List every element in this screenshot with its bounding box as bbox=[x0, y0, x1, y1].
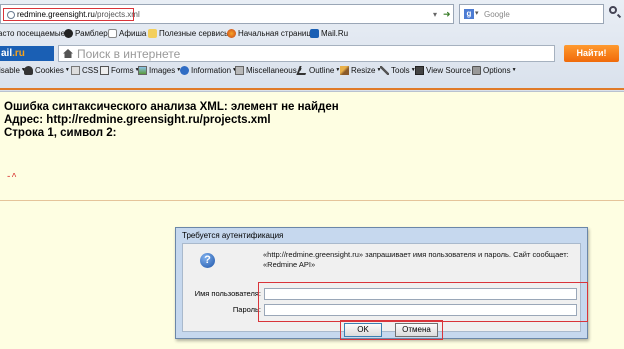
dev-menu-label: View Source bbox=[426, 66, 471, 75]
page-divider bbox=[0, 200, 624, 201]
error-caret: -^ bbox=[6, 172, 17, 182]
bookmarks-toolbar: асто посещаемые Рамблер Афиша Полезные с… bbox=[0, 26, 624, 42]
forms-icon bbox=[100, 66, 109, 75]
dev-menu-label: Options bbox=[483, 66, 511, 75]
rambler-icon bbox=[64, 29, 73, 38]
bookmark-label: Mail.Ru bbox=[321, 29, 349, 38]
password-label: Пароль: bbox=[232, 305, 261, 314]
bookmark-label: Начальная страница bbox=[238, 29, 316, 38]
dev-menu-label: Images bbox=[149, 66, 176, 75]
info-icon bbox=[180, 66, 189, 75]
auth-dialog: Требуется аутентификация ? «http://redmi… bbox=[175, 227, 588, 340]
logo-text-right: .ru bbox=[12, 48, 25, 59]
house-icon bbox=[63, 49, 73, 58]
bookmark-label: асто посещаемые bbox=[0, 29, 66, 38]
dev-menu-view-source[interactable]: View Source▼ bbox=[415, 66, 477, 75]
bookmark-most-visited[interactable]: асто посещаемые bbox=[0, 29, 65, 38]
bookmark-useful-services[interactable]: Полезные сервисы bbox=[148, 29, 230, 38]
dialog-body: ? «http://redmine.greensight.ru» запраши… bbox=[182, 243, 588, 340]
toolbar-accent-line bbox=[0, 88, 624, 90]
dev-menu-images[interactable]: Images▼ bbox=[138, 66, 181, 75]
dev-menu-disable[interactable]: isable▼ bbox=[0, 66, 26, 75]
mail-search-placeholder: Поиск в интернете bbox=[77, 47, 181, 61]
dev-menu-options[interactable]: Options▼ bbox=[472, 66, 517, 75]
buttons-highlight-box bbox=[340, 320, 443, 340]
globe-icon bbox=[7, 11, 15, 19]
caret-icon: ▼ bbox=[64, 67, 70, 73]
error-address: Адрес: http://redmine.greensight.ru/proj… bbox=[4, 114, 271, 126]
dialog-message: «http://redmine.greensight.ru» запрашива… bbox=[263, 250, 569, 269]
dev-menu-outline[interactable]: Outline▼ bbox=[296, 66, 340, 75]
mailru-logo[interactable]: ail.ru bbox=[0, 46, 54, 61]
bookmark-start-page[interactable]: Начальная страница bbox=[227, 29, 315, 38]
mail-search-input[interactable]: Поиск в интернете bbox=[58, 45, 555, 62]
dropdown-arrow-icon[interactable]: ▾ bbox=[433, 10, 437, 19]
outline-icon bbox=[296, 66, 309, 75]
engine-dropdown-icon[interactable]: ▾ bbox=[475, 9, 479, 17]
resize-icon bbox=[340, 66, 349, 75]
dev-menu-label: isable bbox=[0, 66, 20, 75]
fields-highlight-box bbox=[258, 282, 588, 322]
google-icon[interactable]: g bbox=[464, 9, 474, 19]
bookmark-label: Рамблер bbox=[75, 29, 108, 38]
url-text[interactable]: redmine.greensight.ru/projects.xml bbox=[17, 10, 140, 19]
misc-icon bbox=[235, 66, 244, 75]
mailru-toolbar: ail.ru Поиск в интернете Найти! bbox=[0, 43, 624, 63]
dev-menu-label: Tools bbox=[391, 66, 410, 75]
search-bar[interactable]: g ▾ Google bbox=[459, 4, 604, 24]
firefox-icon bbox=[227, 29, 236, 38]
dev-menu-cookies[interactable]: Cookies▼ bbox=[24, 66, 70, 75]
search-placeholder: Google bbox=[484, 10, 510, 19]
search-icon[interactable] bbox=[609, 6, 617, 14]
bookmark-mailru[interactable]: Mail.Ru bbox=[310, 29, 348, 38]
url-host: redmine.greensight.ru bbox=[17, 10, 95, 19]
bookmark-label: Афиша bbox=[119, 29, 147, 38]
mail-icon bbox=[310, 29, 319, 38]
error-position: Строка 1, символ 2: bbox=[4, 127, 117, 139]
dev-menu-label: Cookies bbox=[35, 66, 64, 75]
bookmark-afisha[interactable]: Афиша bbox=[108, 29, 146, 38]
cookie-icon bbox=[24, 66, 33, 75]
dev-menu-forms[interactable]: Forms▼ bbox=[100, 66, 140, 75]
browser-chrome: redmine.greensight.ru/projects.xml ▾ ➜ g… bbox=[0, 0, 624, 92]
error-title: Ошибка синтаксического анализа XML: элем… bbox=[4, 101, 339, 113]
options-icon bbox=[472, 66, 481, 75]
reload-icon[interactable]: ➜ bbox=[443, 9, 451, 20]
folder-icon bbox=[148, 29, 157, 38]
caret-icon: ▼ bbox=[511, 67, 517, 73]
dialog-title: Требуется аутентификация bbox=[182, 231, 284, 240]
dev-menu-label: Resize bbox=[351, 66, 376, 75]
address-bar[interactable]: redmine.greensight.ru/projects.xml ▾ ➜ bbox=[0, 4, 454, 24]
dev-menu-information[interactable]: Information▼ bbox=[180, 66, 237, 75]
dev-menu-miscellaneous[interactable]: Miscellaneous▼ bbox=[235, 66, 303, 75]
dev-menu-label: Information bbox=[191, 66, 232, 75]
web-developer-toolbar: isable▼ Cookies▼ CSS▼ Forms▼ Images▼ Inf… bbox=[0, 63, 624, 79]
dev-menu-label: Miscellaneous bbox=[246, 66, 297, 75]
dev-menu-label: Forms bbox=[111, 66, 134, 75]
dev-menu-label: CSS bbox=[82, 66, 99, 75]
tools-icon bbox=[380, 66, 389, 75]
logo-text-left: ail bbox=[1, 48, 13, 59]
source-icon bbox=[415, 66, 424, 75]
bookmark-label: Полезные сервисы bbox=[159, 29, 230, 38]
images-icon bbox=[138, 66, 147, 75]
url-path: /projects.xml bbox=[94, 10, 140, 19]
page-icon bbox=[108, 29, 117, 38]
dev-menu-tools[interactable]: Tools▼ bbox=[380, 66, 416, 75]
find-button[interactable]: Найти! bbox=[564, 45, 619, 62]
xml-error-message: Ошибка синтаксического анализа XML: элем… bbox=[4, 101, 339, 140]
dev-menu-resize[interactable]: Resize▼ bbox=[340, 66, 381, 75]
question-icon: ? bbox=[200, 253, 215, 268]
username-label: Имя пользователя: bbox=[194, 289, 261, 298]
bookmark-rambler[interactable]: Рамблер bbox=[64, 29, 108, 38]
css-icon bbox=[71, 66, 80, 75]
dev-menu-label: Outline bbox=[309, 66, 335, 75]
